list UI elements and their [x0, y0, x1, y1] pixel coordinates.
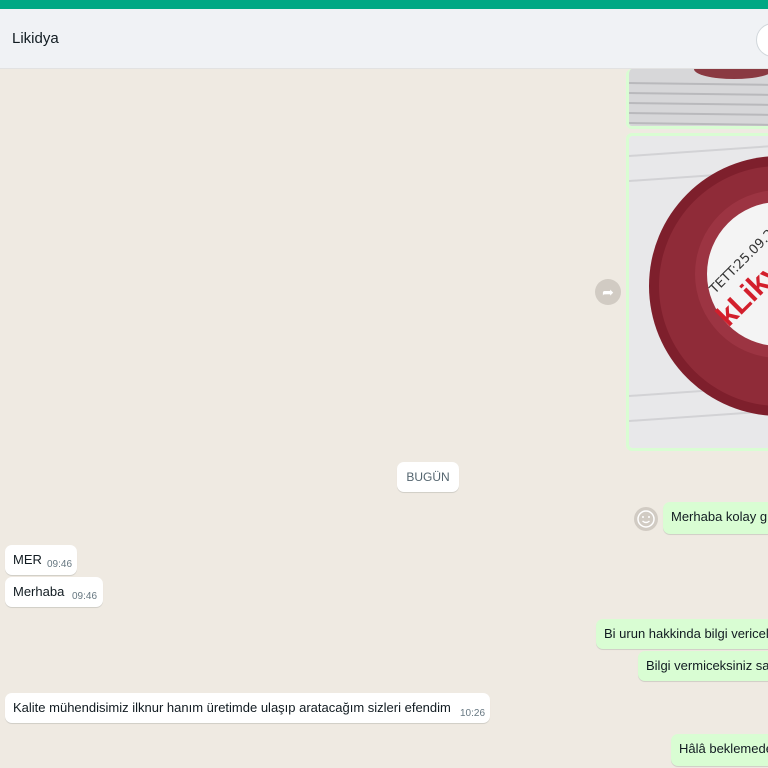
bottle-cap-photo: TETT:25.09.20 kLikya	[629, 136, 768, 448]
image-message-previous[interactable]	[626, 69, 768, 129]
message-time: 09:46	[47, 559, 73, 570]
forward-arrow-icon[interactable]: ➦	[595, 279, 621, 305]
smiley-icon[interactable]	[634, 507, 658, 531]
message-text: Kalite mühendisimiz ilknur hanım üretimd…	[13, 700, 451, 715]
message-text: Merhaba	[13, 584, 65, 599]
message-time: 09:46	[72, 591, 98, 602]
message-text: Bilgi vermiceksiniz sa	[646, 658, 768, 673]
message-text: Hâlâ beklemede	[679, 741, 768, 756]
outgoing-message[interactable]: Merhaba kolay g	[663, 502, 768, 534]
message-text: Bi urun hakkinda bilgi vericel	[604, 626, 768, 641]
message-text: Merhaba kolay g	[671, 509, 768, 524]
chat-header: Likidya	[0, 9, 768, 69]
image-message[interactable]: TETT:25.09.20 kLikya	[626, 133, 768, 451]
incoming-message[interactable]: Merhaba 09:46	[5, 577, 103, 607]
chat-title[interactable]: Likidya	[12, 30, 59, 47]
outgoing-message[interactable]: Bi urun hakkinda bilgi vericel	[596, 619, 768, 649]
date-divider: BUGÜN	[397, 462, 459, 492]
outgoing-message[interactable]: Hâlâ beklemede	[671, 734, 768, 766]
striped-photo	[629, 69, 768, 126]
incoming-message[interactable]: Kalite mühendisimiz ilknur hanım üretimd…	[5, 693, 490, 723]
header-action-button[interactable]	[756, 23, 768, 57]
outgoing-message[interactable]: Bilgi vermiceksiniz sa	[638, 651, 768, 681]
top-accent-bar	[0, 0, 768, 9]
message-text: MER	[13, 552, 42, 567]
incoming-message[interactable]: MER 09:46	[5, 545, 77, 575]
message-panel: TETT:25.09.20 kLikya ➦ BUGÜN Merhaba kol…	[0, 69, 768, 768]
message-time: 10:26	[460, 708, 486, 719]
